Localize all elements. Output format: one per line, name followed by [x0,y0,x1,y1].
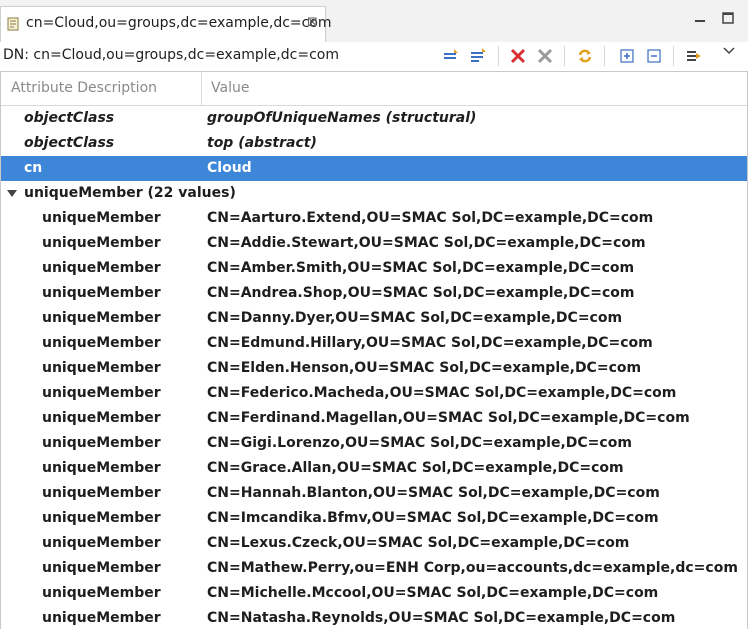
view-menu-chevron-down-icon[interactable] [722,44,740,62]
table-row[interactable]: objectClass groupOfUniqueNames (structura… [1,106,747,131]
attribute-description-cell: uniqueMember [42,585,161,601]
maximize-icon[interactable] [720,10,736,26]
table-row[interactable]: uniqueMember CN=Danny.Dyer,OU=SMAC Sol,DC… [1,306,747,331]
table-row[interactable]: uniqueMember CN=Michelle.Mccool,OU=SMAC S… [1,581,747,606]
collapse-all-icon[interactable] [645,47,663,65]
attribute-description-cell: uniqueMember [42,560,161,576]
attribute-description-cell: uniqueMember [42,285,161,301]
value-cell[interactable]: top (abstract) [207,135,317,151]
table-row[interactable]: uniqueMember CN=Addie.Stewart,OU=SMAC Sol… [1,231,747,256]
table-row[interactable]: uniqueMember CN=Lexus.Czeck,OU=SMAC Sol,D… [1,531,747,556]
value-cell[interactable]: CN=Federico.Macheda,OU=SMAC Sol,DC=examp… [207,385,676,401]
value-cell[interactable]: groupOfUniqueNames (structural) [207,110,476,126]
value-cell[interactable]: Cloud [207,160,252,176]
table-row[interactable]: uniqueMember CN=Aarturo.Extend,OU=SMAC So… [1,206,747,231]
attribute-description-cell: uniqueMember (22 values) [24,185,236,201]
attribute-description-cell: uniqueMember [42,360,161,376]
value-cell[interactable]: CN=Aarturo.Extend,OU=SMAC Sol,DC=example… [207,210,653,226]
attribute-description-cell: uniqueMember [42,535,161,551]
value-cell[interactable]: CN=Gigi.Lorenzo,OU=SMAC Sol,DC=example,D… [207,435,632,451]
table-row[interactable]: uniqueMember CN=Mathew.Perry,ou=ENH Corp,… [1,556,747,581]
column-header-attribute[interactable]: Attribute Description [11,80,157,96]
attribute-description-cell: uniqueMember [42,410,161,426]
table-row[interactable]: uniqueMember CN=Imcandika.Bfmv,OU=SMAC So… [1,506,747,531]
delete-icon[interactable] [509,47,527,65]
table-row[interactable]: uniqueMember CN=Federico.Macheda,OU=SMAC … [1,381,747,406]
table-row[interactable]: uniqueMember CN=Hannah.Blanton,OU=SMAC So… [1,481,747,506]
attribute-table: Attribute Description Value objectClass g… [0,71,748,629]
value-cell[interactable]: CN=Addie.Stewart,OU=SMAC Sol,DC=example,… [207,235,646,251]
attribute-description-cell: objectClass [24,135,115,151]
value-cell[interactable]: CN=Hannah.Blanton,OU=SMAC Sol,DC=example… [207,485,660,501]
table-row[interactable]: objectClass top (abstract) [1,131,747,156]
column-divider[interactable] [201,72,202,105]
table-row[interactable]: uniqueMember CN=Grace.Allan,OU=SMAC Sol,D… [1,456,747,481]
value-cell[interactable]: CN=Lexus.Czeck,OU=SMAC Sol,DC=example,DC… [207,535,629,551]
entry-editor-icon [7,17,19,31]
attribute-description-cell: uniqueMember [42,510,161,526]
attribute-description-cell: uniqueMember [42,435,161,451]
toolbar-separator [498,46,499,66]
new-attribute-icon[interactable] [469,47,487,65]
minimize-icon[interactable] [692,10,708,26]
value-cell[interactable]: CN=Elden.Henson,OU=SMAC Sol,DC=example,D… [207,360,641,376]
attribute-description-cell: uniqueMember [42,210,161,226]
tab-title: cn=Cloud,ou=groups,dc=example,dc=com [26,15,332,31]
value-cell[interactable]: CN=Grace.Allan,OU=SMAC Sol,DC=example,DC… [207,460,624,476]
toolbar-separator [564,46,565,66]
value-cell[interactable]: CN=Natasha.Reynolds,OU=SMAC Sol,DC=examp… [207,610,675,626]
value-cell[interactable]: CN=Edmund.Hillary,OU=SMAC Sol,DC=example… [207,335,653,351]
attribute-description-cell: objectClass [24,110,115,126]
table-row[interactable]: uniqueMember CN=Gigi.Lorenzo,OU=SMAC Sol,… [1,431,747,456]
value-cell[interactable]: CN=Imcandika.Bfmv,OU=SMAC Sol,DC=example… [207,510,659,526]
table-row[interactable]: uniqueMember CN=Andrea.Shop,OU=SMAC Sol,D… [1,281,747,306]
table-header: Attribute Description Value [1,72,747,106]
column-header-value[interactable]: Value [211,80,249,96]
dn-label: DN: cn=Cloud,ou=groups,dc=example,dc=com [3,47,339,63]
table-row[interactable]: cn Cloud [1,156,747,181]
expand-all-icon[interactable] [618,47,636,65]
quick-filter-icon[interactable] [685,47,703,65]
value-cell[interactable]: CN=Mathew.Perry,ou=ENH Corp,ou=accounts,… [207,560,738,576]
value-cell[interactable]: CN=Amber.Smith,OU=SMAC Sol,DC=example,DC… [207,260,634,276]
new-value-icon[interactable] [442,47,460,65]
editor-tab[interactable]: cn=Cloud,ou=groups,dc=example,dc=com ⊠ [0,6,332,42]
attribute-description-cell: uniqueMember [42,485,161,501]
attribute-description-cell: uniqueMember [42,260,161,276]
value-cell[interactable]: CN=Ferdinand.Magellan,OU=SMAC Sol,DC=exa… [207,410,690,426]
table-row[interactable]: uniqueMember CN=Amber.Smith,OU=SMAC Sol,D… [1,256,747,281]
value-cell[interactable]: CN=Danny.Dyer,OU=SMAC Sol,DC=example,DC=… [207,310,622,326]
toolbar-separator [673,46,674,66]
table-row[interactable]: uniqueMember CN=Natasha.Reynolds,OU=SMAC … [1,606,747,629]
value-cell[interactable]: CN=Andrea.Shop,OU=SMAC Sol,DC=example,DC… [207,285,635,301]
editor-tab-bar: cn=Cloud,ou=groups,dc=example,dc=com ⊠ [0,0,748,43]
attribute-group-row[interactable]: uniqueMember (22 values) [1,181,747,206]
toolbar-separator [604,46,605,66]
value-cell[interactable]: CN=Michelle.Mccool,OU=SMAC Sol,DC=exampl… [207,585,658,601]
attribute-description-cell: uniqueMember [42,460,161,476]
table-row[interactable]: uniqueMember CN=Edmund.Hillary,OU=SMAC So… [1,331,747,356]
table-row[interactable]: uniqueMember CN=Ferdinand.Magellan,OU=SMA… [1,406,747,431]
dn-bar: DN: cn=Cloud,ou=groups,dc=example,dc=com [0,42,748,70]
attribute-description-cell: uniqueMember [42,610,161,626]
attribute-description-cell: uniqueMember [42,235,161,251]
collapse-triangle-icon[interactable] [7,190,17,197]
delete-all-icon[interactable] [536,47,554,65]
attribute-description-cell: uniqueMember [42,385,161,401]
refresh-icon[interactable] [576,47,594,65]
table-row[interactable]: uniqueMember CN=Elden.Henson,OU=SMAC Sol,… [1,356,747,381]
attribute-description-cell: uniqueMember [42,310,161,326]
attribute-description-cell: uniqueMember [42,335,161,351]
table-body: objectClass groupOfUniqueNames (structura… [1,106,747,629]
close-tab-icon[interactable]: ⊠ [307,15,318,30]
attribute-description-cell: cn [24,160,43,176]
